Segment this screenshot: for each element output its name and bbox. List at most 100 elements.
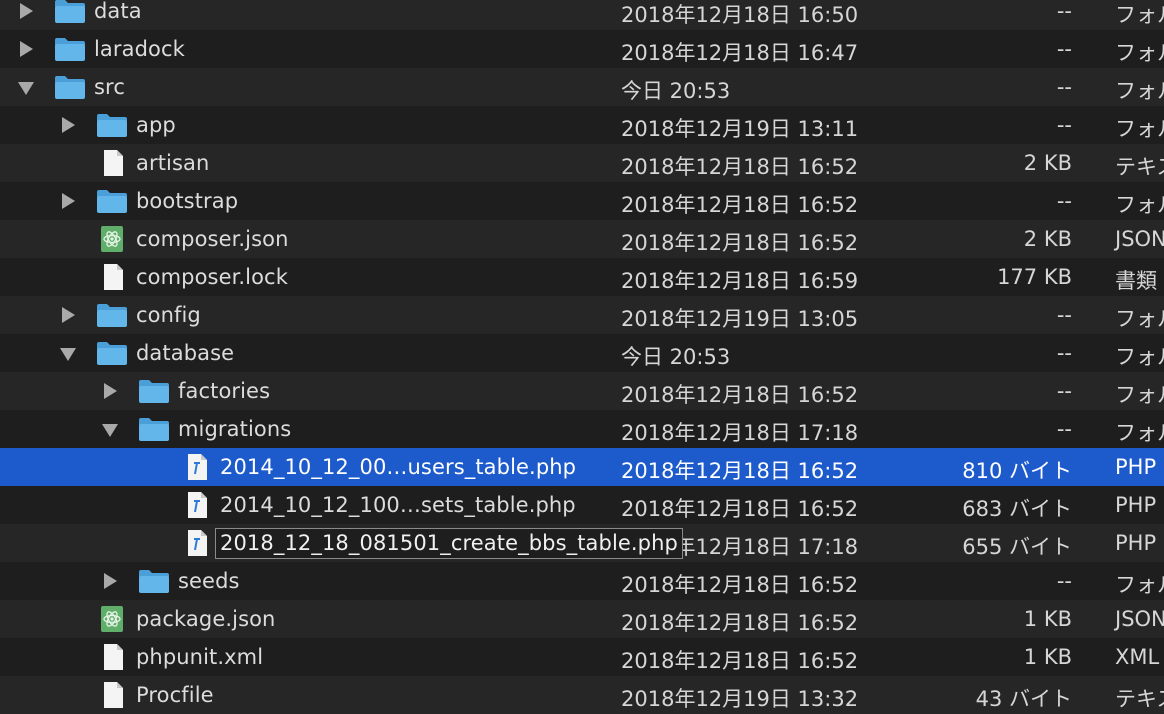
- file-list: 2018年12月18日 16:50--フォルダdata 2018年12月18日 1…: [0, 0, 1164, 714]
- file-kind: テキスト: [1115, 155, 1164, 179]
- file-name: laradock: [94, 37, 185, 61]
- php-file-icon: [180, 530, 212, 556]
- file-kind: フォルダ: [1115, 345, 1164, 369]
- file-row-folder[interactable]: 2018年12月18日 16:52 -- フォルダ bootstrap: [0, 182, 1164, 220]
- file-kind: 書類: [1115, 269, 1157, 293]
- file-name: migrations: [178, 417, 292, 441]
- disclosure-collapsed-icon[interactable]: [20, 3, 33, 19]
- file-kind: フォルダ: [1115, 193, 1164, 217]
- file-size: 1 KB: [1023, 645, 1072, 669]
- date-modified: 2018年12月18日 16:52: [621, 497, 859, 521]
- document-icon: [96, 150, 128, 176]
- folder-icon: [54, 0, 86, 24]
- file-row-file[interactable]: 2018年12月18日 16:52 810 バイト PHP 2014_10_12_00…: [0, 448, 1164, 486]
- file-row-folder[interactable]: 2018年12月18日 16:50 -- フォルダ data: [0, 0, 1164, 30]
- file-name: src: [94, 75, 125, 99]
- folder-icon: [96, 112, 128, 138]
- file-kind: PHP: [1115, 531, 1157, 555]
- php-file-icon: [180, 454, 212, 480]
- file-name: package.json: [136, 607, 276, 631]
- file-size: --: [1056, 37, 1072, 61]
- file-size: --: [1056, 75, 1072, 99]
- file-row-folder[interactable]: 2018年12月19日 13:05 -- フォルダ config: [0, 296, 1164, 334]
- file-row-file[interactable]: 2018年12月19日 13:32 43 バイト テキスト Procfile: [0, 676, 1164, 714]
- disclosure-collapsed-icon[interactable]: [62, 307, 75, 323]
- date-modified: 今日 20:53: [621, 345, 731, 369]
- file-name: composer.json: [136, 227, 289, 251]
- disclosure-collapsed-icon[interactable]: [104, 383, 117, 399]
- json-file-icon: [96, 606, 128, 632]
- disclosure-expanded-icon[interactable]: [18, 82, 34, 95]
- file-row-file[interactable]: 2018年12月18日 16:52 683 バイト PHP 2014_10_12_10…: [0, 486, 1164, 524]
- file-kind: PHP: [1115, 493, 1157, 517]
- file-kind: フォルダ: [1115, 383, 1164, 407]
- document-icon: [96, 682, 128, 708]
- file-kind: XML: [1115, 645, 1160, 669]
- file-name: database: [136, 341, 235, 365]
- file-row-folder[interactable]: 今日 20:53 -- フォルダ src: [0, 68, 1164, 106]
- file-size: --: [1056, 341, 1072, 365]
- document-icon: [96, 264, 128, 290]
- file-size: --: [1056, 113, 1072, 137]
- folder-icon: [138, 378, 170, 404]
- file-row-file[interactable]: 2018年12月18日 16:52 1 KB JSON package.json: [0, 600, 1164, 638]
- json-file-icon: [96, 226, 128, 252]
- date-modified: 2018年12月18日 16:47: [621, 41, 859, 65]
- file-row-folder[interactable]: 2018年12月18日 16:47 -- フォルダ laradock: [0, 30, 1164, 68]
- date-modified: 2018年12月18日 16:52: [621, 611, 859, 635]
- file-row-folder[interactable]: 2018年12月18日 16:52 -- フォルダ seeds: [0, 562, 1164, 600]
- file-size: 2 KB: [1023, 227, 1072, 251]
- file-name: 2014_10_12_00…users_table.php: [220, 455, 577, 479]
- file-row-file[interactable]: 2018年12月18日 16:52 1 KB XML phpunit.xml: [0, 638, 1164, 676]
- date-modified: 今日 20:53: [621, 79, 731, 103]
- file-row-folder[interactable]: 2018年12月19日 13:11 -- フォルダ app: [0, 106, 1164, 144]
- file-kind: PHP: [1115, 455, 1157, 479]
- file-size: 655 バイト: [962, 535, 1072, 559]
- date-modified: 2018年12月18日 16:59: [621, 269, 859, 293]
- file-kind: フォルダ: [1115, 307, 1164, 331]
- file-name: Procfile: [136, 683, 214, 707]
- folder-icon: [138, 568, 170, 594]
- file-name: bootstrap: [136, 189, 239, 213]
- file-row-file[interactable]: 2018年12月18日 16:59 177 KB 書類 composer.lock: [0, 258, 1164, 296]
- file-row-file[interactable]: 2018年12月18日 17:18 655 バイト PHP 2018_12_18_08…: [0, 524, 1164, 562]
- file-row-folder[interactable]: 2018年12月18日 17:18 -- フォルダ migrations: [0, 410, 1164, 448]
- file-name: factories: [178, 379, 271, 403]
- folder-icon: [138, 416, 170, 442]
- file-size: 43 バイト: [975, 687, 1072, 711]
- file-size: 177 KB: [997, 265, 1072, 289]
- file-kind: フォルダ: [1115, 79, 1164, 103]
- folder-icon: [54, 36, 86, 62]
- file-row-file[interactable]: 2018年12月18日 16:52 2 KB テキスト artisan: [0, 144, 1164, 182]
- folder-icon: [96, 340, 128, 366]
- disclosure-collapsed-icon[interactable]: [104, 573, 117, 589]
- file-size: --: [1056, 303, 1072, 327]
- date-modified: 2018年12月18日 17:18: [621, 421, 859, 445]
- file-row-folder[interactable]: 今日 20:53 -- フォルダ database: [0, 334, 1164, 372]
- date-modified: 2018年12月18日 16:52: [621, 155, 859, 179]
- file-name: phpunit.xml: [136, 645, 264, 669]
- date-modified: 2018年12月19日 13:32: [621, 687, 859, 711]
- file-size: --: [1056, 417, 1072, 441]
- file-kind: フォルダ: [1115, 117, 1164, 141]
- file-size: 2 KB: [1023, 151, 1072, 175]
- file-row-folder[interactable]: 2018年12月18日 16:52 -- フォルダ factories: [0, 372, 1164, 410]
- date-modified: 2018年12月18日 16:52: [621, 459, 859, 483]
- date-modified: 2018年12月18日 16:52: [621, 383, 859, 407]
- file-size: --: [1056, 379, 1072, 403]
- disclosure-collapsed-icon[interactable]: [20, 41, 33, 57]
- folder-icon: [54, 74, 86, 100]
- rename-field[interactable]: 2018_12_18_081501_create_bbs_table.php: [215, 528, 683, 559]
- file-row-file[interactable]: 2018年12月18日 16:52 2 KB JSON composer.json: [0, 220, 1164, 258]
- file-name: data: [94, 0, 142, 23]
- file-name: app: [136, 113, 176, 137]
- folder-icon: [96, 302, 128, 328]
- disclosure-collapsed-icon[interactable]: [62, 193, 75, 209]
- folder-icon: [96, 188, 128, 214]
- disclosure-expanded-icon[interactable]: [102, 424, 118, 437]
- file-name: 2014_10_12_100…sets_table.php: [220, 493, 576, 517]
- date-modified: 2018年12月18日 16:52: [621, 193, 859, 217]
- disclosure-collapsed-icon[interactable]: [62, 117, 75, 133]
- file-name: artisan: [136, 151, 210, 175]
- disclosure-expanded-icon[interactable]: [60, 348, 76, 361]
